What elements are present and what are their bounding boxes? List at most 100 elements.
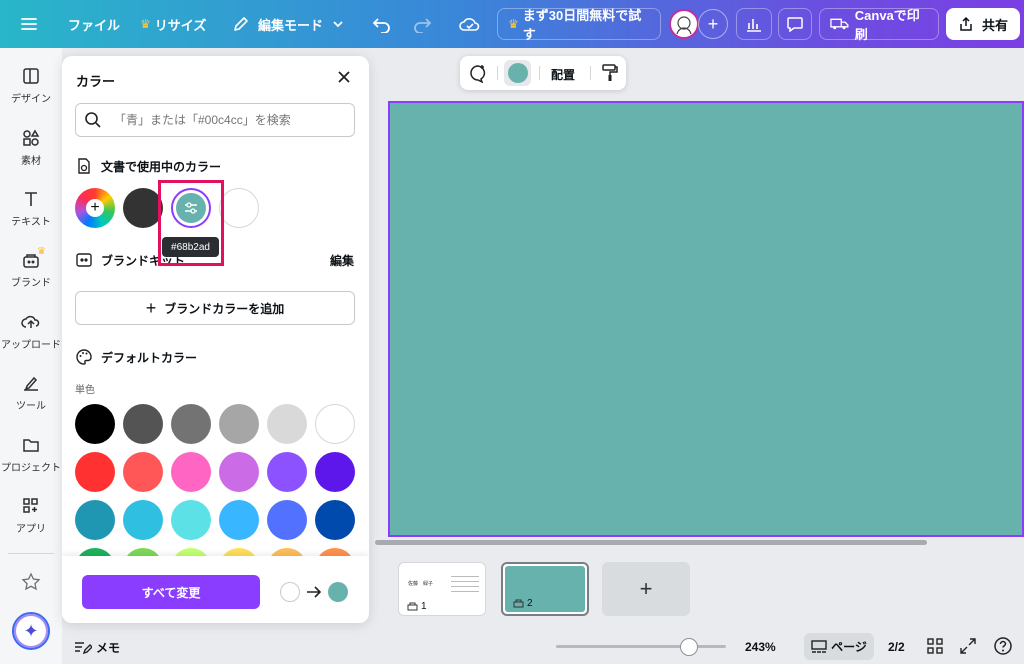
palette-swatch[interactable] bbox=[315, 500, 355, 540]
palette-swatch[interactable] bbox=[267, 404, 307, 444]
rail-item-tools[interactable]: ツール bbox=[0, 373, 62, 412]
star-icon[interactable] bbox=[0, 572, 62, 596]
change-all-button[interactable]: すべて変更 bbox=[82, 575, 260, 609]
palette-swatch[interactable] bbox=[315, 452, 355, 492]
add-collaborator-button[interactable]: + bbox=[698, 9, 728, 39]
page-count: 2/2 bbox=[888, 640, 905, 654]
close-icon[interactable] bbox=[336, 68, 352, 91]
palette-swatch[interactable] bbox=[75, 404, 115, 444]
palette-swatch[interactable] bbox=[315, 404, 355, 444]
rail-item-projects[interactable]: プロジェクト bbox=[0, 435, 62, 474]
default-colors-title: デフォルトカラー bbox=[101, 350, 198, 365]
pencil-icon bbox=[234, 17, 248, 31]
comment-add-icon[interactable] bbox=[468, 63, 488, 86]
left-rail: デザイン 素材 テキスト ブランド ♛ アップロード ツール プロジェクト アプ… bbox=[0, 48, 62, 664]
file-menu[interactable]: ファイル bbox=[68, 0, 120, 48]
thumbnail-number: 1 bbox=[407, 601, 427, 612]
color-search[interactable] bbox=[75, 103, 355, 137]
page-thumbnail-2[interactable]: 2 bbox=[501, 562, 589, 616]
grid-view-icon[interactable] bbox=[927, 638, 943, 657]
print-icon bbox=[407, 602, 418, 610]
undo-icon[interactable] bbox=[372, 0, 392, 48]
search-input[interactable] bbox=[114, 113, 344, 127]
rail-item-design[interactable]: デザイン bbox=[0, 66, 62, 105]
resize-label: リサイズ bbox=[154, 17, 207, 33]
palette-swatch[interactable] bbox=[171, 500, 211, 540]
avatar[interactable] bbox=[669, 9, 699, 39]
resize-button[interactable]: ♛ リサイズ bbox=[140, 0, 206, 48]
magic-sparkle-icon[interactable]: ✦ bbox=[12, 612, 50, 650]
zoom-slider-knob[interactable] bbox=[679, 638, 698, 656]
rail-label: ツール bbox=[16, 401, 46, 412]
rail-item-apps[interactable]: アプリ bbox=[0, 496, 62, 535]
paint-roller-icon[interactable] bbox=[600, 63, 620, 86]
share-icon bbox=[960, 16, 972, 31]
chevron-down-icon bbox=[333, 21, 343, 28]
rail-item-text[interactable]: テキスト bbox=[0, 189, 62, 228]
palette-swatch[interactable] bbox=[75, 452, 115, 492]
color-picker-button[interactable] bbox=[504, 60, 531, 86]
notes-icon bbox=[75, 641, 92, 654]
palette-icon bbox=[76, 349, 92, 365]
comment-icon[interactable] bbox=[778, 8, 812, 40]
print-label: Canvaで印刷 bbox=[854, 8, 920, 42]
position-button[interactable]: 配置 bbox=[551, 66, 575, 83]
panel-title: カラー bbox=[76, 74, 116, 89]
palette-swatch[interactable] bbox=[267, 500, 307, 540]
palette-swatch[interactable] bbox=[171, 452, 211, 492]
zoom-level[interactable]: 243% bbox=[745, 640, 776, 654]
fullscreen-icon[interactable] bbox=[960, 638, 976, 657]
palette-swatch[interactable] bbox=[123, 404, 163, 444]
doc-color-swatch[interactable] bbox=[123, 188, 163, 228]
palette-swatch[interactable] bbox=[219, 500, 259, 540]
from-color-swatch bbox=[280, 582, 300, 602]
arrow-right-icon bbox=[307, 586, 322, 598]
canvas-page[interactable] bbox=[388, 101, 1024, 537]
shapes-icon bbox=[23, 129, 40, 146]
search-icon bbox=[85, 112, 101, 128]
pages-button[interactable]: ページ bbox=[804, 633, 874, 660]
add-page-button[interactable]: + bbox=[602, 562, 690, 616]
apps-icon bbox=[23, 498, 38, 513]
highlight-box bbox=[158, 180, 224, 266]
menu-icon[interactable] bbox=[20, 0, 38, 48]
solid-colors-label: 単色 bbox=[75, 385, 95, 396]
rail-item-elements[interactable]: 素材 bbox=[0, 128, 62, 167]
palette-swatch[interactable] bbox=[123, 500, 163, 540]
palette-swatch[interactable] bbox=[171, 404, 211, 444]
insights-icon[interactable] bbox=[736, 8, 772, 40]
free-trial-button[interactable]: ♛ まず30日間無料で試す bbox=[497, 8, 661, 42]
add-brand-color-button[interactable]: + ブランドカラーを追加 bbox=[75, 291, 355, 325]
default-colors-heading: デフォルトカラー bbox=[75, 348, 197, 366]
horizontal-scrollbar[interactable] bbox=[375, 540, 927, 545]
rail-item-upload[interactable]: アップロード bbox=[0, 312, 62, 351]
pages-label: ページ bbox=[831, 640, 867, 654]
palette-swatch[interactable] bbox=[123, 452, 163, 492]
edit-mode-dropdown[interactable]: 編集モード bbox=[232, 0, 345, 48]
share-label: 共有 bbox=[982, 17, 1009, 33]
doc-color-swatch[interactable] bbox=[219, 188, 259, 228]
add-color-button[interactable]: + bbox=[75, 188, 115, 228]
palette-swatch[interactable] bbox=[219, 452, 259, 492]
palette-swatch[interactable] bbox=[219, 404, 259, 444]
palette-swatch[interactable] bbox=[267, 452, 307, 492]
bottom-bar: メモ 243% ページ 2/2 bbox=[62, 630, 1024, 664]
cloud-sync-icon[interactable] bbox=[458, 0, 482, 48]
zoom-slider[interactable] bbox=[556, 645, 726, 648]
folder-icon bbox=[23, 439, 39, 452]
rail-label: 素材 bbox=[21, 156, 41, 167]
to-color-swatch bbox=[328, 582, 348, 602]
brand-edit-link[interactable]: 編集 bbox=[330, 252, 354, 269]
palette-swatch[interactable] bbox=[75, 500, 115, 540]
redo-icon[interactable] bbox=[412, 0, 432, 48]
doc-palette-icon bbox=[78, 158, 90, 174]
page-thumbnail-1[interactable]: 佐藤 緑子 1 bbox=[398, 562, 486, 616]
print-button[interactable]: Canvaで印刷 bbox=[819, 8, 939, 42]
text-icon bbox=[25, 192, 37, 206]
rail-item-brand[interactable]: ブランド ♛ bbox=[0, 246, 62, 289]
help-icon[interactable] bbox=[993, 636, 1013, 659]
thumbnail-number-label: 2 bbox=[527, 598, 533, 609]
share-button[interactable]: 共有 bbox=[946, 8, 1021, 40]
panel-footer: すべて変更 bbox=[62, 556, 369, 623]
notes-button[interactable]: メモ bbox=[74, 639, 120, 656]
